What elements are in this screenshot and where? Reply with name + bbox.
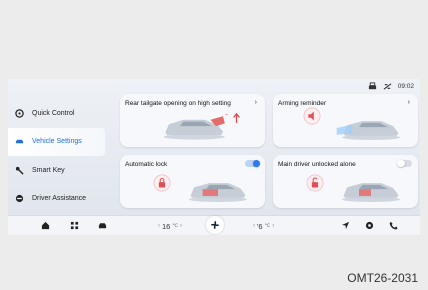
lock-icon: [153, 174, 171, 192]
status-bar: 09:02: [368, 82, 414, 91]
temp-increase-button[interactable]: ›: [180, 223, 182, 229]
temperature-left: ‹ 16 ℃ ›: [158, 222, 182, 231]
car-illustration: [336, 121, 401, 140]
figure-code: OMT26-2031: [347, 271, 418, 285]
automatic-lock-toggle[interactable]: [245, 159, 260, 167]
fan-button[interactable]: [206, 216, 224, 234]
key-icon: [15, 166, 24, 175]
car-illustration: [163, 114, 228, 140]
temp-unit: ℃: [172, 223, 178, 229]
car-icon[interactable]: [98, 221, 107, 230]
car-icon: [15, 139, 24, 144]
card-main-driver-unlocked-alone[interactable]: Main driver unlocked alone: [273, 155, 418, 208]
sidebar-item-label: Smart Key: [32, 166, 65, 174]
car-illustration: [341, 183, 401, 202]
navigation-icon[interactable]: [341, 221, 350, 230]
temp-decrease-button[interactable]: ‹: [253, 223, 255, 229]
assist-icon: [15, 195, 24, 203]
unlock-icon: [306, 174, 324, 192]
printer-icon: [368, 82, 376, 90]
sidebar-item-label: Quick Control: [32, 109, 75, 117]
sidebar-item-label: Vehicle Settings: [32, 138, 82, 146]
temp-decrease-button[interactable]: ‹: [158, 223, 160, 229]
sidebar-item-vehicle-settings[interactable]: Vehicle Settings: [8, 127, 105, 156]
card-title: Automatic lock: [125, 161, 168, 168]
arrow-up-icon: [233, 113, 240, 123]
sidebar-item-smart-key[interactable]: Smart Key: [8, 156, 98, 185]
card-arming-reminder[interactable]: Arming reminder ›: [273, 94, 418, 147]
card-title: Rear tailgate opening on high setting: [125, 100, 231, 107]
temp-value: 16: [162, 221, 171, 231]
home-icon[interactable]: [41, 221, 50, 230]
sidebar-item-quick-control[interactable]: Quick Control: [8, 99, 98, 128]
signal-icon: [383, 83, 392, 90]
infotainment-screen: 09:02 Quick Control Vehicle Settings Sma…: [8, 79, 420, 235]
card-automatic-lock[interactable]: Automatic lock: [120, 155, 265, 208]
chevron-right-icon[interactable]: ›: [255, 99, 257, 106]
temp-increase-button[interactable]: ›: [272, 223, 274, 229]
toggle-knob: [397, 159, 405, 167]
car-illustration: [188, 183, 248, 202]
card-title: Arming reminder: [278, 100, 327, 107]
steering-wheel-icon: [15, 109, 24, 118]
main-driver-unlock-toggle[interactable]: [397, 159, 412, 167]
card-rear-tailgate[interactable]: Rear tailgate opening on high setting ›: [120, 94, 265, 147]
sidebar: Quick Control Vehicle Settings Smart Key…: [8, 99, 105, 214]
temp-unit: ℃: [264, 223, 271, 229]
sidebar-item-driver-assistance[interactable]: Driver Assistance: [8, 185, 98, 214]
temp-value: '6: [257, 221, 263, 231]
speaker-icon: [303, 107, 321, 125]
temperature-right: ‹ '6 ℃ ›: [253, 222, 274, 231]
bottom-bar: ‹ 16 ℃ › ‹ '6 ℃ ›: [8, 215, 420, 235]
clock: 09:02: [397, 83, 414, 90]
toggle-knob: [252, 159, 260, 167]
sidebar-item-label: Driver Assistance: [32, 195, 87, 203]
phone-icon[interactable]: [389, 221, 398, 230]
apps-icon[interactable]: [70, 221, 79, 230]
fan-icon: [211, 221, 219, 229]
card-title: Main driver unlocked alone: [278, 161, 356, 168]
media-icon[interactable]: [365, 221, 374, 230]
chevron-right-icon[interactable]: ›: [408, 99, 410, 106]
